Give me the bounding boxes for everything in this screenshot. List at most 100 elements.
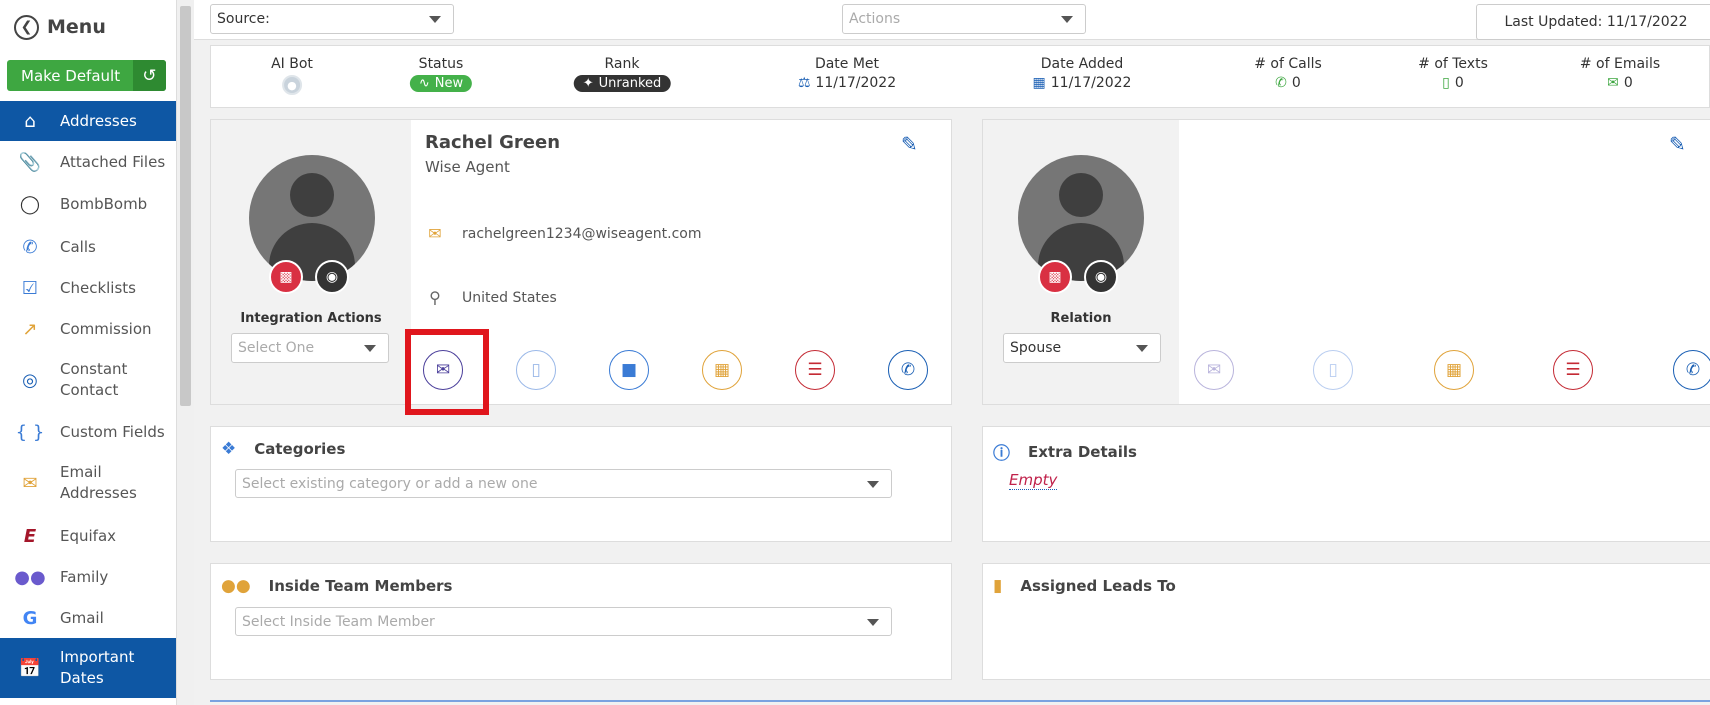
sidebar-item-gmail[interactable]: G Gmail: [0, 598, 176, 638]
upload-photo-button[interactable]: ◉: [1084, 260, 1118, 294]
stats-bar: AI Bot ● Status ∿ New Rank ✦ Unranked Date…: [210, 45, 1710, 108]
delete-photo-button[interactable]: ▩: [269, 260, 303, 294]
relation-select[interactable]: Spouse: [1003, 333, 1161, 363]
call-action-button[interactable]: ✆: [888, 350, 928, 390]
sidebar-item-label: Calls: [60, 237, 96, 256]
sidebar-item-addresses[interactable]: ⌂ Addresses: [0, 101, 176, 141]
chart-icon: ↗: [22, 318, 38, 340]
sidebar-item-calls[interactable]: ✆ Calls: [0, 227, 176, 267]
sidebar-item-label: Email Addresses: [60, 463, 137, 502]
contact-email[interactable]: rachelgreen1234@wiseagent.com: [462, 226, 702, 242]
team-members-card: ●● Inside Team Members Select Inside Tea…: [210, 563, 952, 680]
scrollbar-thumb[interactable]: [180, 6, 191, 406]
chevron-down-icon: [867, 481, 879, 488]
stat-label: Date Met: [814, 56, 880, 72]
calls-value: 0: [1291, 75, 1301, 91]
actions-select[interactable]: Actions: [842, 4, 1086, 34]
sidebar-scrollbar[interactable]: [177, 0, 194, 705]
calendar-action-button[interactable]: ▦: [702, 350, 742, 390]
calendar-action-button[interactable]: ▦: [1434, 350, 1474, 390]
rank-value: Unranked: [598, 76, 662, 91]
sidebar-item-label: Checklists: [60, 278, 136, 297]
list-icon: ☰: [807, 360, 823, 380]
delete-photo-button[interactable]: ▩: [1038, 260, 1072, 294]
sidebar-item-custom-fields[interactable]: { } Custom Fields: [0, 412, 176, 452]
sidebar-item-important-dates[interactable]: 📅 Important Dates: [0, 638, 176, 698]
tags-icon: ❖: [221, 439, 237, 459]
camera-icon: ◉: [1094, 269, 1108, 285]
medal-icon: ✦: [582, 76, 594, 91]
mobile-icon: ▯: [1328, 360, 1338, 380]
source-label: Source:: [217, 11, 270, 27]
phone-icon: ✆: [1685, 360, 1701, 380]
chevron-down-icon: [429, 16, 441, 23]
chevron-down-icon: [1136, 345, 1148, 352]
robot-icon[interactable]: ●: [281, 75, 302, 95]
rank-badge[interactable]: ✦ Unranked: [573, 75, 671, 92]
phone-icon: ✆: [22, 236, 38, 258]
envelope-open-icon: ✉: [22, 472, 38, 494]
stat-label: AI Bot: [271, 56, 313, 72]
pulse-icon: ∿: [418, 76, 430, 91]
task-list-action-button[interactable]: ☰: [795, 350, 835, 390]
extra-details-empty[interactable]: Empty: [1009, 471, 1058, 490]
sidebar-item-label: Gmail: [60, 608, 104, 627]
menu-header[interactable]: ❮ Menu: [14, 14, 106, 40]
upload-photo-button[interactable]: ◉: [315, 260, 349, 294]
stat-ai-bot: AI Bot ●: [271, 56, 313, 95]
mobile-icon: ▯: [1442, 75, 1450, 91]
categories-placeholder: Select existing category or add a new on…: [242, 475, 538, 492]
chevron-down-icon: [364, 345, 376, 352]
texts-value: 0: [1454, 75, 1464, 91]
team-member-placeholder: Select Inside Team Member: [242, 613, 435, 630]
email-action-button[interactable]: ✉: [1194, 350, 1234, 390]
map-pin-icon: ⚲: [429, 288, 441, 307]
note-action-button[interactable]: ■: [609, 350, 649, 390]
assigned-leads-title: ▮ Assigned Leads To: [993, 576, 1176, 596]
sidebar-item-label: Commission: [60, 319, 152, 338]
sidebar-item-checklists[interactable]: ☑ Checklists: [0, 268, 176, 308]
chevron-down-icon: [1061, 16, 1073, 23]
avatar[interactable]: [249, 155, 375, 281]
sidebar-item-email-addresses[interactable]: ✉ Email Addresses: [0, 455, 176, 511]
status-badge[interactable]: ∿ New: [409, 75, 473, 92]
assigned-leads-card: ▮ Assigned Leads To: [982, 563, 1710, 680]
make-default-button[interactable]: Make Default ↺: [7, 60, 166, 91]
source-select[interactable]: Source:: [210, 4, 454, 34]
back-arrow-icon[interactable]: ❮: [14, 14, 39, 40]
phone-icon: ✆: [900, 360, 916, 380]
envelope-icon: ✉: [428, 224, 442, 243]
date-added-value: 11/17/2022: [1050, 75, 1132, 91]
refresh-icon[interactable]: ↺: [133, 60, 166, 91]
sidebar-item-commission[interactable]: ↗ Commission: [0, 309, 176, 349]
edit-pencil-icon[interactable]: ✎: [1669, 132, 1686, 156]
team-member-select[interactable]: Select Inside Team Member: [235, 607, 892, 636]
document-icon: ▮: [993, 576, 1003, 596]
sidebar-item-equifax[interactable]: E Equifax: [0, 516, 176, 556]
sidebar-item-attached-files[interactable]: 📎 Attached Files: [0, 142, 176, 182]
call-action-button[interactable]: ✆: [1673, 350, 1710, 390]
stat-date-met: Date Met ⚖ 11/17/2022: [798, 56, 896, 91]
chevron-down-icon: [867, 619, 879, 626]
extra-details-card: ⓘ Extra Details Empty: [982, 426, 1710, 542]
sidebar-item-bombbomb[interactable]: ◯ BombBomb: [0, 184, 176, 224]
sidebar-item-family[interactable]: ●● Family: [0, 557, 176, 597]
spouse-avatar[interactable]: [1018, 155, 1144, 281]
emails-value: 0: [1623, 75, 1633, 91]
task-list-action-button[interactable]: ☰: [1553, 350, 1593, 390]
categories-select[interactable]: Select existing category or add a new on…: [235, 469, 892, 498]
contact-location: United States: [462, 289, 557, 306]
stat-date-added: Date Added ▦ 11/17/2022: [1033, 56, 1132, 91]
list-icon: ☰: [1565, 360, 1581, 380]
text-action-button[interactable]: ▯: [516, 350, 556, 390]
camera-icon: ◉: [325, 269, 339, 285]
stat-label: # of Texts: [1418, 56, 1488, 72]
text-action-button[interactable]: ▯: [1313, 350, 1353, 390]
stat-label: Status: [418, 56, 464, 72]
integration-actions-select[interactable]: Select One: [231, 333, 389, 363]
envelope-icon: ✉: [1607, 75, 1619, 91]
edit-pencil-icon[interactable]: ✎: [901, 132, 918, 156]
sidebar-item-constant-contact[interactable]: ◎ Constant Contact: [0, 352, 176, 408]
actions-placeholder: Actions: [849, 11, 901, 27]
info-icon: ⓘ: [993, 444, 1010, 464]
